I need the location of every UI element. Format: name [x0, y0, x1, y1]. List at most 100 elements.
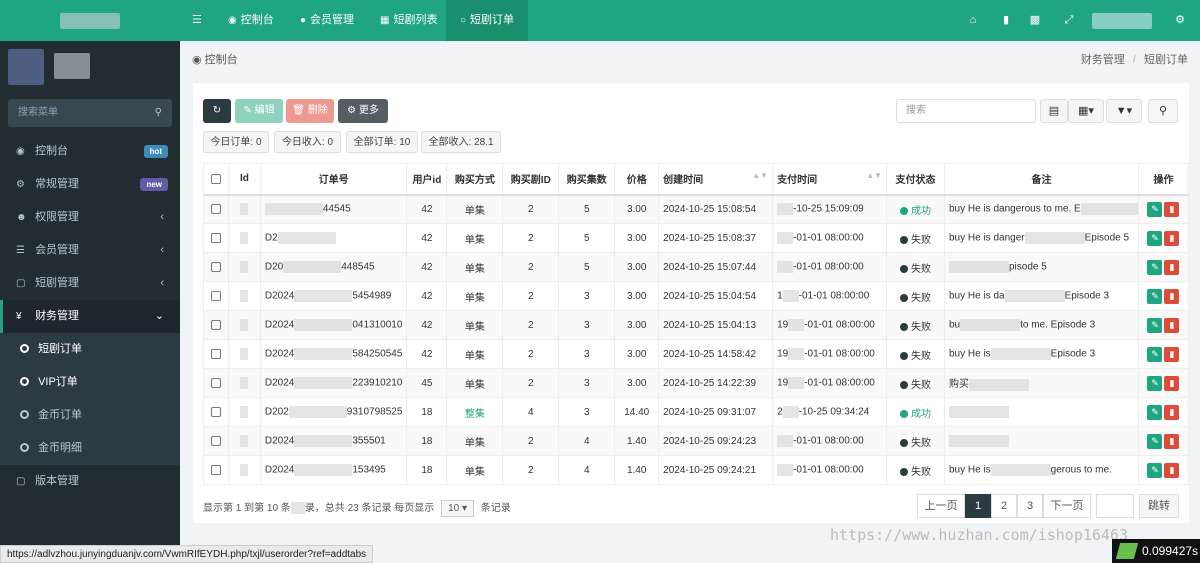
edit-icon[interactable]: ✎	[1147, 259, 1163, 275]
cell-actions: ✎ ▮	[1137, 310, 1190, 340]
cell-actions: ✎ ▮	[1137, 281, 1190, 311]
row-checkbox[interactable]	[210, 406, 221, 417]
sidebar-item-vip-orders[interactable]: VIP订单	[0, 366, 180, 399]
jump-button[interactable]: 跳转	[1139, 494, 1179, 518]
cell-episodes: 3	[558, 281, 616, 311]
col-drama-id[interactable]: 购买剧ID	[502, 163, 560, 196]
cell-buy-mode: 单集	[446, 281, 504, 311]
col-note[interactable]: 备注	[943, 163, 1139, 196]
menu-toggle-icon[interactable]: ☰	[192, 0, 212, 41]
delete-icon[interactable]: ▮	[1164, 375, 1180, 391]
cell-paid: -01-01 08:00:00	[772, 223, 888, 253]
edit-icon[interactable]: ✎	[1147, 288, 1163, 304]
edit-icon[interactable]: ✎	[1147, 317, 1163, 333]
gear-icon[interactable]: ⚙	[1165, 0, 1195, 41]
delete-icon[interactable]: ▮	[1164, 404, 1180, 420]
col-paid[interactable]: 支付时间 ▲▼	[772, 163, 888, 196]
refresh-button[interactable]: ↻	[203, 99, 231, 123]
col-price[interactable]: 价格	[614, 163, 660, 196]
table-view-icon[interactable]: ▤	[1040, 99, 1068, 123]
col-status[interactable]: 支付状态	[886, 163, 945, 196]
delete-icon[interactable]: ▮	[1164, 317, 1180, 333]
sidebar-item-coin-orders[interactable]: 金币订单	[0, 399, 180, 432]
cell-episodes: 4	[558, 455, 616, 485]
row-checkbox[interactable]	[210, 319, 221, 330]
tab-dashboard[interactable]: ◉ 控制台	[220, 0, 282, 41]
home-icon[interactable]: ⌂	[958, 0, 988, 41]
cell-note: bu to me. Episode 3	[943, 310, 1139, 340]
delete-icon[interactable]: ▮	[1164, 201, 1180, 217]
delete-icon[interactable]: ▮	[1164, 346, 1180, 362]
circle-icon	[20, 443, 29, 452]
row-checkbox[interactable]	[210, 464, 221, 475]
cell-user-id: 42	[406, 223, 448, 253]
edit-icon[interactable]: ✎	[1147, 404, 1163, 420]
delete-icon[interactable]: ▮	[1164, 259, 1180, 275]
edit-icon[interactable]: ✎	[1147, 346, 1163, 362]
trash-icon[interactable]: ▮	[991, 0, 1021, 41]
sidebar-item-auth[interactable]: ☻ 权限管理 ‹	[0, 201, 180, 234]
col-episodes[interactable]: 购买集数	[558, 163, 616, 196]
user-avatar[interactable]	[1092, 13, 1152, 29]
cell-order-no: D20 448545	[259, 252, 408, 282]
edit-icon[interactable]: ✎	[1147, 201, 1163, 217]
page-1-button[interactable]: 1	[965, 494, 991, 518]
tab-drama-list[interactable]: ▦ 短剧列表	[372, 0, 445, 41]
delete-icon[interactable]: ▮	[1164, 288, 1180, 304]
col-user-id[interactable]: 用户id	[406, 163, 448, 196]
cell-buy-mode: 单集	[446, 252, 504, 282]
cell-price: 3.00	[614, 223, 660, 253]
sidebar-item-drama[interactable]: ▢ 短剧管理 ‹	[0, 267, 180, 300]
edit-icon[interactable]: ✎	[1147, 375, 1163, 391]
search-toggle-icon[interactable]: ⚲	[1148, 99, 1178, 123]
row-checkbox[interactable]	[210, 377, 221, 388]
tab-drama-orders[interactable]: ○ 短剧订单	[446, 0, 529, 41]
page-3-button[interactable]: 3	[1017, 494, 1043, 518]
table-search-input[interactable]: 搜索	[896, 99, 1036, 123]
edit-icon[interactable]: ✎	[1147, 230, 1163, 246]
sidebar-item-members[interactable]: ☰ 会员管理 ‹	[0, 234, 180, 267]
sidebar-item-coin-details[interactable]: 金币明细	[0, 432, 180, 465]
row-checkbox[interactable]	[210, 348, 221, 359]
more-button[interactable]: ⚙ 更多	[338, 99, 388, 123]
sidebar-item-dashboard[interactable]: ◉ 控制台 hot	[0, 135, 180, 168]
search-icon[interactable]: ⚲	[155, 99, 162, 127]
row-checkbox[interactable]	[210, 435, 221, 446]
select-all-checkbox[interactable]	[210, 173, 221, 184]
delete-icon[interactable]: ▮	[1164, 433, 1180, 449]
sidebar-item-drama-orders[interactable]: 短剧订单	[0, 333, 180, 366]
sidebar-search-input[interactable]: 搜索菜单 ⚲	[8, 99, 172, 127]
tab-members[interactable]: ● 会员管理	[292, 0, 362, 41]
edit-button[interactable]: ✎ 编辑	[235, 99, 283, 123]
row-checkbox[interactable]	[210, 204, 221, 215]
row-checkbox[interactable]	[210, 290, 221, 301]
sort-icon: ▲▼	[752, 171, 769, 181]
sidebar-item-finance[interactable]: ¥ 财务管理 ⌄	[0, 300, 180, 333]
status-badge: 失败	[886, 339, 945, 369]
col-id[interactable]: Id	[227, 163, 261, 196]
language-icon[interactable]: ▩	[1020, 0, 1050, 41]
col-created[interactable]: 创建时间 ▲▼	[658, 163, 774, 196]
jump-page-input[interactable]	[1096, 494, 1134, 518]
edit-icon[interactable]: ✎	[1147, 462, 1163, 478]
breadcrumb-finance[interactable]: 财务管理	[1081, 54, 1125, 66]
page-2-button[interactable]: 2	[991, 494, 1017, 518]
table-row: D2024 153495 18 单集 2 4 1.40 2024-10-25 09:24:21…	[203, 455, 1190, 485]
sidebar-item-version[interactable]: ▢ 版本管理	[0, 465, 180, 498]
row-checkbox[interactable]	[210, 232, 221, 243]
export-dropdown-button[interactable]: ▼▾	[1106, 99, 1142, 123]
col-buy-mode[interactable]: 购买方式	[446, 163, 504, 196]
next-page-button[interactable]: 下一页	[1043, 494, 1091, 518]
cell-paid: 19 -01-01 08:00:00	[772, 339, 888, 369]
row-checkbox[interactable]	[210, 261, 221, 272]
prev-page-button[interactable]: 上一页	[917, 494, 965, 518]
page-size-select[interactable]: 10 ▾	[441, 500, 474, 517]
delete-button[interactable]: 🗑 删除	[286, 99, 334, 123]
col-order-no[interactable]: 订单号	[259, 163, 408, 196]
delete-icon[interactable]: ▮	[1164, 230, 1180, 246]
delete-icon[interactable]: ▮	[1164, 462, 1180, 478]
fullscreen-icon[interactable]: ⤢	[1054, 0, 1084, 41]
edit-icon[interactable]: ✎	[1147, 433, 1163, 449]
sidebar-item-general[interactable]: ⚙ 常规管理 new	[0, 168, 180, 201]
columns-dropdown-button[interactable]: ▦▾	[1068, 99, 1104, 123]
